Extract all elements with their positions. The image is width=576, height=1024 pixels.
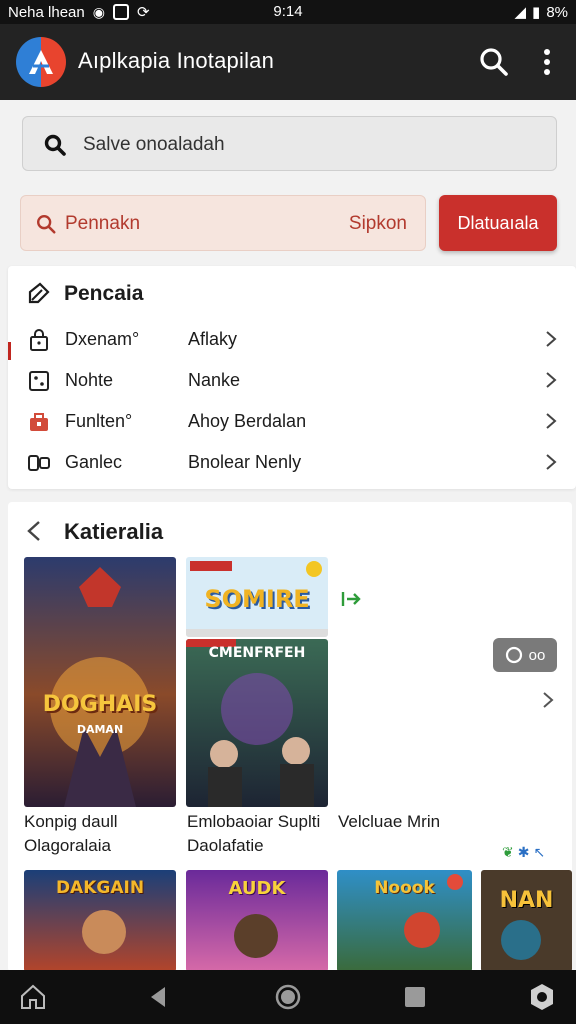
menu-row-key: Funlten° (65, 411, 133, 431)
clock: 9:14 (273, 3, 303, 20)
toolbox-icon (30, 413, 48, 431)
menu-row-value: Bnolear Nenly (188, 452, 302, 472)
menu-row[interactable]: Funlten° Ahoy Berdalan (8, 401, 576, 441)
signal-icon: ◢ (514, 4, 527, 21)
poster-art (24, 557, 176, 807)
system-nav-bar (0, 970, 576, 1024)
settings-gear-icon[interactable] (527, 982, 557, 1012)
chevron-right-icon (546, 413, 557, 429)
home-outline-icon[interactable] (18, 982, 48, 1012)
circle-icon (505, 646, 522, 664)
menu-card: Pencaia Dxenam° Aflaky Nohte Nanke Funlt… (8, 266, 576, 489)
caption-line: Daolafatie (187, 836, 264, 855)
chip-label: oo (528, 646, 546, 664)
menu-row-value: Ahoy Berdalan (188, 411, 307, 431)
game-poster[interactable]: Noook (337, 870, 472, 972)
back-nav-icon[interactable] (143, 982, 173, 1012)
dice-icon (29, 371, 49, 391)
recents-nav-icon[interactable] (400, 982, 430, 1012)
wifi-icon: ▮ (532, 4, 541, 21)
toggle-chip[interactable]: oo (493, 638, 557, 672)
poster-caption: Velcluae Mrin (338, 810, 440, 834)
status-bar: Neha lhean ◉ ⟳ 9:14 ◢ ▮ 8% (0, 0, 576, 24)
poster-title: DOGHAIS (42, 692, 158, 717)
more-vert-icon[interactable] (532, 46, 562, 78)
primary-action-button[interactable]: Dlatuaıala (439, 195, 557, 251)
poster-caption: Emlobaoiar Suplti Daolafatie (187, 810, 320, 858)
leaf-icon: ❦ (502, 844, 514, 860)
tag-icon (28, 282, 50, 304)
poster-subtitle: DAMAN (76, 723, 124, 736)
chevron-right-icon (546, 454, 557, 470)
menu-row-value: Aflaky (188, 329, 238, 349)
game-poster[interactable]: DAKGAIN (24, 870, 176, 972)
game-poster[interactable]: AUDK (186, 870, 328, 972)
menu-title: Pencaia (64, 282, 144, 305)
poster-title: SOMIRE (204, 585, 310, 613)
search-input[interactable]: Salve onoaladah (22, 116, 557, 171)
filter-action-link[interactable]: Sipkon (349, 213, 407, 235)
back-arrow-icon[interactable] (24, 520, 44, 542)
menu-row-key: Dxenam° (65, 329, 140, 349)
filter-search-icon (37, 215, 56, 234)
poster-art (186, 639, 328, 807)
caption-line: Olagoralaia (24, 836, 111, 855)
poster-title: AUDK (228, 878, 286, 899)
menu-row-value: Nanke (188, 370, 241, 390)
menu-row-key: Nohte (65, 370, 114, 390)
search-placeholder: Salve onoaladah (83, 134, 225, 155)
poster-caption: Konpig daull Olagoralaia (24, 810, 118, 858)
menu-header: Pencaia (26, 282, 143, 306)
chevron-right-icon[interactable] (541, 690, 555, 710)
filter-bar[interactable]: Pennakn Sipkon (20, 195, 426, 251)
poster-title: CMENFRFEH (208, 645, 306, 661)
poster-title: NAN (499, 888, 554, 913)
game-poster[interactable]: SOMIRE (186, 557, 328, 637)
app-title: Aıplkapia Inotapilan (78, 48, 275, 73)
chevron-right-icon (546, 331, 557, 347)
search-icon[interactable] (478, 46, 510, 78)
game-poster[interactable]: CMENFRFEH (186, 639, 328, 807)
arrow-icon: ↖ (533, 844, 546, 860)
home-nav-icon[interactable] (273, 982, 303, 1012)
sparkle-icon: ✱ (517, 844, 530, 860)
app-bar: Aıplkapia Inotapilan (0, 24, 576, 100)
caption-line: Emlobaoiar Suplti (187, 812, 321, 831)
poster-title: Noook (374, 878, 435, 898)
lock-icon (30, 329, 48, 351)
gallery-title: Katieralia (64, 519, 164, 544)
app-logo-icon (16, 37, 66, 87)
poster-art (481, 870, 572, 972)
game-poster[interactable]: DOGHAIS DAMAN (24, 557, 176, 807)
menu-row[interactable]: Dxenam° Aflaky (8, 319, 576, 359)
arrow-right-icon[interactable] (341, 590, 363, 608)
caption-line: Velcluae Mrin (338, 812, 441, 831)
menu-row[interactable]: Ganlec Bnolear Nenly (8, 442, 576, 482)
chevron-right-icon (546, 372, 557, 388)
menu-row-key: Ganlec (65, 452, 123, 472)
game-gallery: Katieralia DOGHAIS DAMAN SOMIRE CMENFRFE… (8, 502, 572, 972)
game-poster[interactable]: NAN (481, 870, 572, 972)
battery-text: 8% (546, 3, 568, 21)
caption-line: Konpig daull (24, 812, 118, 831)
gamepad-icon (28, 455, 50, 471)
search-field-icon (44, 134, 66, 156)
poster-title: DAKGAIN (55, 878, 145, 898)
menu-row[interactable]: Nohte Nanke (8, 360, 576, 400)
rating-icons: ❦ ✱ ↖ (502, 844, 545, 861)
filter-label: Pennakn (65, 213, 141, 234)
